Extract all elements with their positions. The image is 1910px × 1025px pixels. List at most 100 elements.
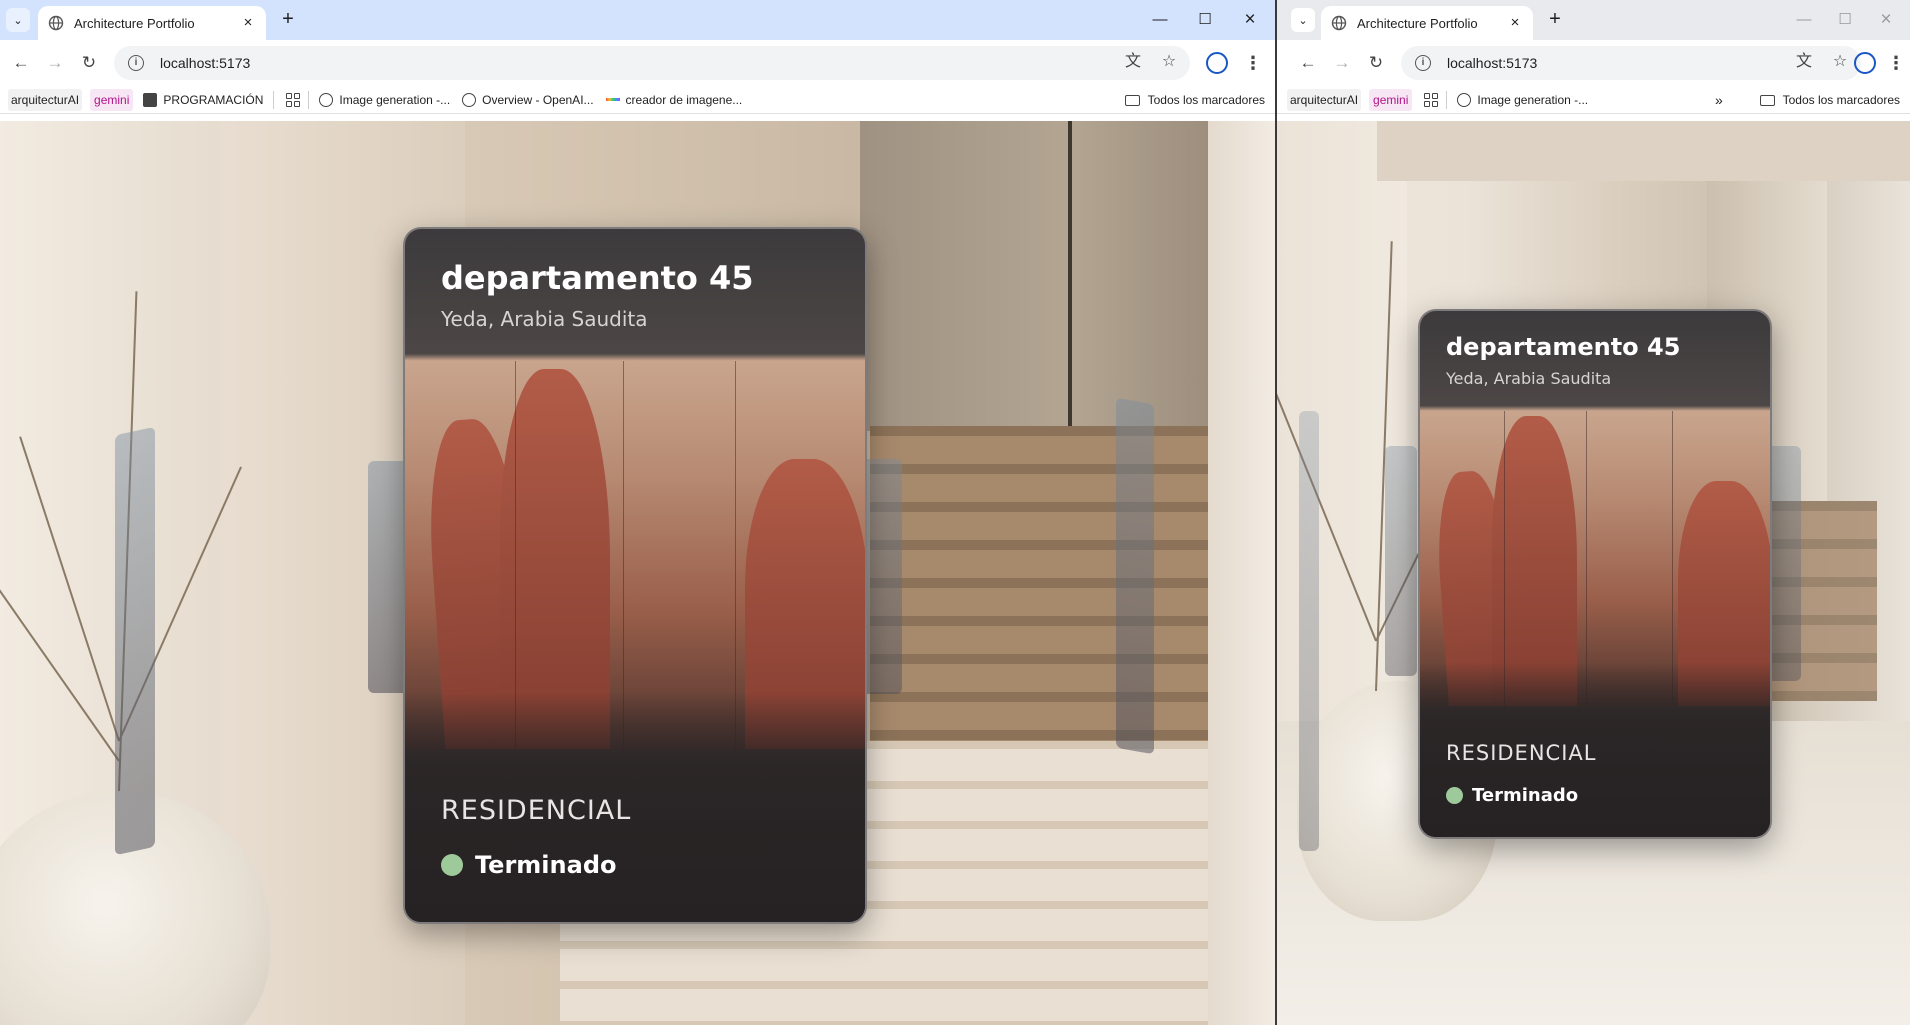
openai-icon xyxy=(1457,92,1472,107)
folder-dark-icon xyxy=(143,92,158,107)
arrow-right-icon[interactable]: → xyxy=(42,50,68,76)
profile-icon[interactable] xyxy=(1206,52,1228,74)
status-label: Terminado xyxy=(1472,785,1579,806)
bookmark-image-generation[interactable]: Image generation -... xyxy=(317,89,452,111)
plus-icon[interactable]: + xyxy=(1543,8,1567,32)
bookmark-programacion[interactable]: PROGRAMACIÓN xyxy=(141,89,265,111)
globe-icon xyxy=(1331,15,1347,31)
apps-grid-icon[interactable] xyxy=(286,92,301,107)
rainbow-icon xyxy=(605,98,620,101)
globe-icon xyxy=(48,15,64,31)
apps-grid-icon[interactable] xyxy=(1424,92,1439,107)
minimize-icon[interactable]: — xyxy=(1148,8,1172,32)
bookmarks-bar: arquitecturAI gemini Image generation -.… xyxy=(1277,86,1910,114)
openai-icon xyxy=(462,92,477,107)
bookmarks-separator xyxy=(1446,90,1448,109)
browser-toolbar: ← → ↻ i localhost:5173 文 ☆ ⋮ xyxy=(0,40,1275,86)
project-title: departamento 45 xyxy=(1446,333,1681,361)
page-viewport: departamento 45 Yeda, Arabia Saudita RES… xyxy=(0,121,1275,1025)
arrow-left-icon[interactable]: ← xyxy=(8,50,34,76)
scene-wall-gap xyxy=(1068,121,1072,426)
bookmarks-separator xyxy=(273,90,275,109)
all-bookmarks-label: Todos los marcadores xyxy=(1782,93,1900,107)
project-location: Yeda, Arabia Saudita xyxy=(1446,369,1612,388)
tab-strip: ⌄ Architecture Portfolio × + — ☐ × xyxy=(1277,0,1910,40)
address-bar[interactable]: i localhost:5173 文 ☆ xyxy=(114,46,1190,80)
translate-icon[interactable]: 文 xyxy=(1122,51,1144,73)
bookmark-arquitecturai[interactable]: arquitecturAI xyxy=(1287,88,1362,111)
url-text: localhost:5173 xyxy=(1447,55,1538,71)
kebab-menu-icon[interactable]: ⋮ xyxy=(1886,50,1906,76)
bookmark-label: Image generation -... xyxy=(339,92,451,107)
translate-icon[interactable]: 文 xyxy=(1793,51,1815,73)
side-project-card[interactable] xyxy=(368,461,408,693)
project-location: Yeda, Arabia Saudita xyxy=(441,307,648,331)
project-status: Terminado xyxy=(1446,785,1578,806)
status-label: Terminado xyxy=(475,851,617,879)
side-project-card[interactable] xyxy=(1299,411,1319,851)
chevron-down-icon[interactable]: ⌄ xyxy=(6,8,30,32)
bookmark-label: Image generation -... xyxy=(1477,92,1589,107)
chevron-down-icon[interactable]: ⌄ xyxy=(1291,8,1315,32)
page-viewport: departamento 45 Yeda, Arabia Saudita RES… xyxy=(1277,121,1910,1025)
kebab-menu-icon[interactable]: ⋮ xyxy=(1243,50,1263,76)
profile-icon[interactable] xyxy=(1854,52,1876,74)
bookmark-creador-imagenes[interactable]: creador de imagene... xyxy=(604,89,745,111)
all-bookmarks[interactable]: Todos los marcadores xyxy=(1759,89,1900,111)
url-text: localhost:5173 xyxy=(160,55,251,71)
project-card[interactable]: departamento 45 Yeda, Arabia Saudita RES… xyxy=(1418,309,1772,839)
project-category: RESIDENCIAL xyxy=(1446,741,1597,765)
project-title: departamento 45 xyxy=(441,259,754,297)
side-project-card[interactable] xyxy=(1116,397,1154,755)
side-project-card[interactable] xyxy=(115,426,155,856)
project-category: RESIDENCIAL xyxy=(441,795,632,826)
reload-icon[interactable]: ↻ xyxy=(76,50,102,76)
bookmark-arquitecturai[interactable]: arquitecturAI xyxy=(8,88,83,111)
bookmarks-bar: arquitecturAI gemini PROGRAMACIÓN Image … xyxy=(0,86,1275,114)
bookmark-gemini[interactable]: gemini xyxy=(90,88,134,111)
all-bookmarks-label: Todos los marcadores xyxy=(1147,93,1265,107)
plus-icon[interactable]: + xyxy=(276,8,300,32)
tab-architecture-portfolio[interactable]: Architecture Portfolio × xyxy=(38,6,266,40)
close-window-icon[interactable]: × xyxy=(1238,8,1262,32)
browser-window-right: ⌄ Architecture Portfolio × + — ☐ × ← → ↻… xyxy=(1277,0,1910,1025)
maximize-icon[interactable]: ☐ xyxy=(1833,8,1857,32)
tab-title: Architecture Portfolio xyxy=(74,15,195,31)
star-icon[interactable]: ☆ xyxy=(1829,51,1851,73)
bookmark-gemini[interactable]: gemini xyxy=(1369,88,1413,111)
reload-icon[interactable]: ↻ xyxy=(1363,50,1389,76)
bookmark-label: PROGRAMACIÓN xyxy=(163,92,264,107)
close-icon[interactable]: × xyxy=(1507,15,1523,31)
info-icon[interactable]: i xyxy=(1415,55,1431,71)
project-status: Terminado xyxy=(441,851,616,879)
scene-stairs xyxy=(870,426,1210,746)
double-chevron-icon[interactable]: » xyxy=(1713,89,1725,111)
scene-wall-right xyxy=(1208,121,1275,1025)
bookmarks-separator xyxy=(308,90,310,109)
bookmark-image-generation[interactable]: Image generation -... xyxy=(1455,89,1590,111)
arrow-left-icon[interactable]: ← xyxy=(1295,50,1321,76)
openai-icon xyxy=(319,92,334,107)
maximize-icon[interactable]: ☐ xyxy=(1193,8,1217,32)
folder-icon xyxy=(1759,94,1775,106)
project-card[interactable]: departamento 45 Yeda, Arabia Saudita RES… xyxy=(403,227,867,924)
status-dot-icon xyxy=(441,854,463,876)
bookmark-label: creador de imagene... xyxy=(625,92,743,107)
all-bookmarks[interactable]: Todos los marcadores xyxy=(1124,89,1265,111)
tab-title: Architecture Portfolio xyxy=(1357,15,1478,31)
browser-window-left: ⌄ Architecture Portfolio × + — ☐ × ← → ↻… xyxy=(0,0,1275,1025)
side-project-card[interactable] xyxy=(1385,446,1417,676)
arrow-right-icon[interactable]: → xyxy=(1329,50,1355,76)
bookmark-overview-openai[interactable]: Overview - OpenAI... xyxy=(460,89,595,111)
scene-wall-panel xyxy=(860,121,1210,431)
star-icon[interactable]: ☆ xyxy=(1158,51,1180,73)
close-window-icon[interactable]: × xyxy=(1874,8,1898,32)
address-bar[interactable]: i localhost:5173 文 ☆ xyxy=(1401,46,1861,80)
minimize-icon[interactable]: — xyxy=(1792,8,1816,32)
bookmark-label: Overview - OpenAI... xyxy=(482,92,594,107)
tab-strip: ⌄ Architecture Portfolio × + — ☐ × xyxy=(0,0,1275,40)
tab-architecture-portfolio[interactable]: Architecture Portfolio × xyxy=(1321,6,1533,40)
close-icon[interactable]: × xyxy=(240,15,256,31)
info-icon[interactable]: i xyxy=(128,55,144,71)
folder-icon xyxy=(1124,94,1140,106)
